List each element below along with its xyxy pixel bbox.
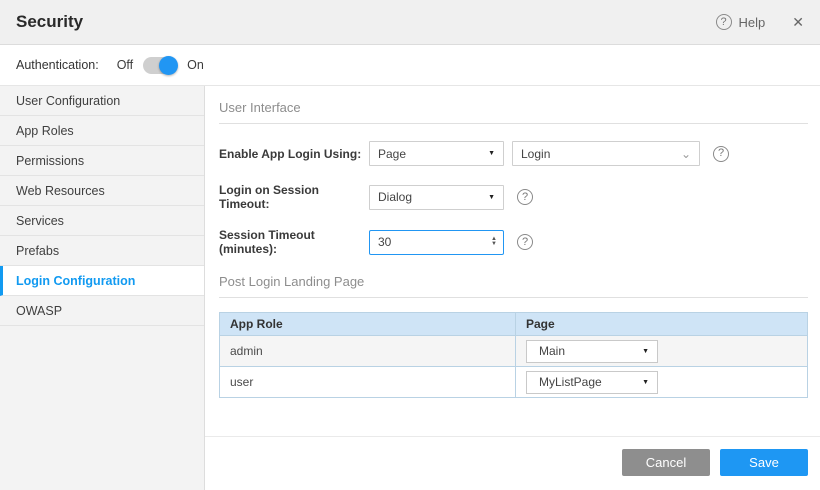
column-header-page: Page bbox=[516, 313, 808, 336]
authentication-toggle[interactable] bbox=[143, 57, 177, 74]
session-timeout-input-wrap: ▲ ▼ bbox=[369, 230, 504, 255]
admin-page-select[interactable]: Main ▼ bbox=[526, 340, 658, 363]
page-title: Security bbox=[16, 12, 83, 32]
help-icon[interactable]: ? bbox=[716, 14, 732, 30]
content: User Configuration App Roles Permissions… bbox=[0, 86, 820, 490]
section-title-user-interface: User Interface bbox=[219, 100, 808, 124]
authentication-row: Authentication: Off On bbox=[0, 45, 820, 86]
table-row: admin Main ▼ bbox=[220, 336, 808, 367]
sidebar-item-web-resources[interactable]: Web Resources bbox=[0, 176, 204, 206]
cancel-button[interactable]: Cancel bbox=[622, 449, 710, 476]
titlebar: Security ? Help ✕ bbox=[0, 0, 820, 45]
sidebar-item-prefabs[interactable]: Prefabs bbox=[0, 236, 204, 266]
close-icon[interactable]: ✕ bbox=[792, 14, 804, 31]
footer-actions: Cancel Save bbox=[205, 436, 820, 490]
sidebar-item-services[interactable]: Services bbox=[0, 206, 204, 236]
main-panel: User Interface Enable App Login Using: P… bbox=[205, 86, 820, 490]
session-timeout-mode-help-icon[interactable]: ? bbox=[517, 189, 533, 205]
toggle-on-label: On bbox=[187, 58, 204, 72]
dropdown-arrow-icon: ▼ bbox=[488, 150, 495, 157]
toggle-off-label: Off bbox=[117, 58, 133, 72]
sidebar: User Configuration App Roles Permissions… bbox=[0, 86, 205, 490]
session-timeout-minutes-label: Session Timeout (minutes): bbox=[219, 228, 369, 256]
app-role-cell: user bbox=[220, 367, 516, 398]
field-session-timeout-minutes: Session Timeout (minutes): ▲ ▼ ? bbox=[219, 228, 808, 256]
login-type-value: Page bbox=[378, 147, 406, 161]
session-timeout-input[interactable] bbox=[378, 235, 491, 249]
enable-app-login-help-icon[interactable]: ? bbox=[713, 146, 729, 162]
table-row: user MyListPage ▼ bbox=[220, 367, 808, 398]
login-type-select[interactable]: Page ▼ bbox=[369, 141, 504, 166]
titlebar-actions: ? Help ✕ bbox=[716, 14, 804, 31]
login-page-value: Login bbox=[521, 147, 550, 161]
number-stepper[interactable]: ▲ ▼ bbox=[491, 237, 497, 247]
spinner-down-icon[interactable]: ▼ bbox=[491, 242, 497, 247]
authentication-label: Authentication: bbox=[16, 58, 99, 72]
sidebar-item-user-configuration[interactable]: User Configuration bbox=[0, 86, 204, 116]
section-title-post-login: Post Login Landing Page bbox=[219, 274, 808, 298]
login-page-combo[interactable]: Login ⌄ bbox=[512, 141, 700, 166]
sidebar-item-login-configuration[interactable]: Login Configuration bbox=[0, 266, 204, 296]
dropdown-arrow-icon: ▼ bbox=[488, 194, 495, 201]
toggle-knob-icon bbox=[159, 56, 178, 75]
field-enable-app-login: Enable App Login Using: Page ▼ Login ⌄ ? bbox=[219, 141, 808, 166]
save-button[interactable]: Save bbox=[720, 449, 808, 476]
field-login-on-session-timeout: Login on Session Timeout: Dialog ▼ ? bbox=[219, 183, 808, 211]
dropdown-arrow-icon: ▼ bbox=[642, 348, 649, 355]
user-page-value: MyListPage bbox=[539, 375, 602, 389]
sidebar-item-app-roles[interactable]: App Roles bbox=[0, 116, 204, 146]
dropdown-arrow-icon: ▼ bbox=[642, 379, 649, 386]
table-header-row: App Role Page bbox=[220, 313, 808, 336]
session-timeout-mode-label: Login on Session Timeout: bbox=[219, 183, 369, 211]
session-timeout-mode-value: Dialog bbox=[378, 190, 412, 204]
admin-page-value: Main bbox=[539, 344, 565, 358]
session-timeout-help-icon[interactable]: ? bbox=[517, 234, 533, 250]
session-timeout-mode-select[interactable]: Dialog ▼ bbox=[369, 185, 504, 210]
sidebar-item-owasp[interactable]: OWASP bbox=[0, 296, 204, 326]
user-page-select[interactable]: MyListPage ▼ bbox=[526, 371, 658, 394]
help-label[interactable]: Help bbox=[739, 15, 766, 30]
post-login-landing-table: App Role Page admin Main ▼ user bbox=[219, 312, 808, 398]
enable-app-login-label: Enable App Login Using: bbox=[219, 147, 369, 161]
sidebar-item-permissions[interactable]: Permissions bbox=[0, 146, 204, 176]
column-header-app-role: App Role bbox=[220, 313, 516, 336]
app-role-cell: admin bbox=[220, 336, 516, 367]
